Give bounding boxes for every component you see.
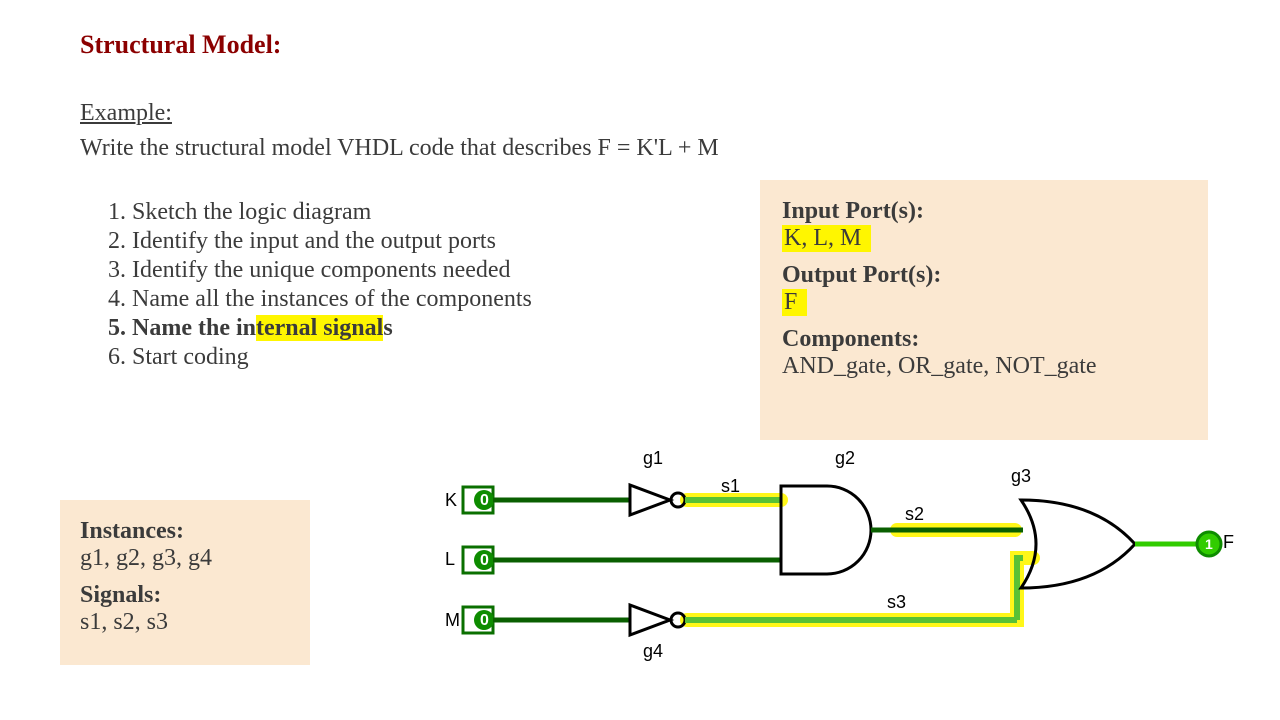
svg-text:0: 0 (480, 492, 489, 509)
list-item: Identify the input and the output ports (132, 227, 532, 256)
example-heading: Example: (80, 100, 172, 127)
instances-label: Instances: (80, 518, 290, 545)
output-ports-value: F (782, 289, 807, 316)
steps-list: Sketch the logic diagram Identify the in… (100, 198, 532, 372)
components-label: Components: (782, 326, 1186, 353)
input-ports-label: Input Port(s): (782, 198, 1186, 225)
signals-value: s1, s2, s3 (80, 609, 290, 636)
svg-text:0: 0 (480, 612, 489, 629)
list-item: Identify the unique components needed (132, 256, 532, 285)
instances-signals-box: Instances: g1, g2, g3, g4 Signals: s1, s… (60, 500, 310, 665)
components-value: AND_gate, OR_gate, NOT_gate (782, 353, 1186, 380)
svg-text:0: 0 (480, 552, 489, 569)
page-title: Structural Model: (80, 30, 281, 60)
ports-components-box: Input Port(s): K, L, M Output Port(s): F… (760, 180, 1208, 440)
svg-text:1: 1 (1205, 536, 1213, 552)
list-item: Name all the instances of the components (132, 285, 532, 314)
output-ports-label: Output Port(s): (782, 262, 1186, 289)
instances-value: g1, g2, g3, g4 (80, 545, 290, 572)
signals-label: Signals: (80, 582, 290, 609)
list-item: Sketch the logic diagram (132, 198, 532, 227)
input-ports-value: K, L, M (782, 225, 871, 252)
prompt-text: Write the structural model VHDL code tha… (80, 135, 719, 162)
logic-diagram: K L M F g1 g2 g3 g4 s1 s2 s3 0 0 0 (435, 430, 1235, 690)
list-item: Start coding (132, 343, 532, 372)
list-item-highlighted: Name the internal signals (132, 314, 532, 343)
